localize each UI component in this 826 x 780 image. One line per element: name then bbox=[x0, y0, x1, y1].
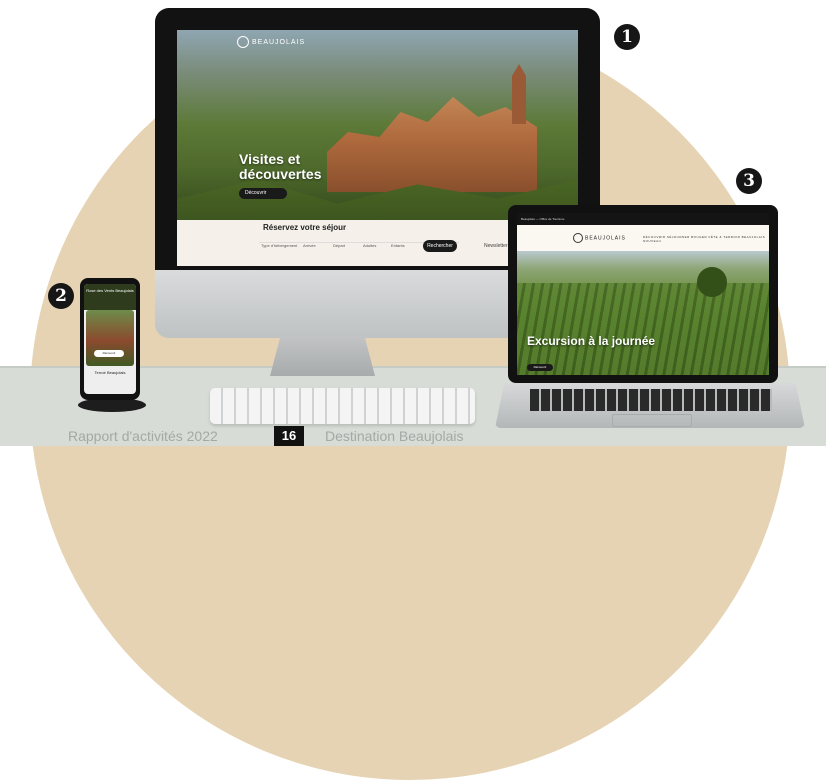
imac-stand bbox=[270, 336, 375, 376]
badge-2: 2 bbox=[48, 283, 74, 309]
page-number: 16 bbox=[274, 426, 304, 446]
laptop-screen: Beaujolais — Office de Tourisme BEAUJOLA… bbox=[517, 213, 769, 375]
laptop-keyboard bbox=[530, 389, 772, 411]
discover-button[interactable]: Découvrir bbox=[239, 188, 287, 199]
newsletter-label[interactable]: Newsletter bbox=[484, 243, 508, 249]
site-logo[interactable]: BEAUJOLAIS bbox=[237, 36, 305, 48]
logo-text: BEAUJOLAIS bbox=[252, 38, 306, 46]
phone-header: Rose des Vents Beaujolais bbox=[84, 284, 136, 310]
keyboard bbox=[210, 388, 475, 424]
hero-title: Visites et découvertes bbox=[239, 151, 322, 182]
church-tower-image bbox=[512, 64, 526, 124]
badge-1: 1 bbox=[614, 24, 640, 50]
laptop-discover-button[interactable]: Découvrir bbox=[527, 364, 553, 371]
footer: Rapport d'activités 2022 16 Destination … bbox=[0, 426, 826, 446]
phone-screen: Rose des Vents Beaujolais Découvrir Terr… bbox=[84, 284, 136, 394]
phone-hero-image bbox=[86, 310, 134, 366]
booking-field-arrival[interactable]: Arrivée bbox=[303, 243, 316, 248]
vine-rows-image bbox=[517, 283, 769, 375]
laptop: Beaujolais — Office de Tourisme BEAUJOLA… bbox=[508, 205, 778, 383]
phone-discover-button[interactable]: Découvrir bbox=[94, 350, 124, 357]
phone-caption: Terroir Beaujolais bbox=[94, 370, 126, 375]
footer-destination: Destination Beaujolais bbox=[325, 428, 464, 444]
laptop-menu[interactable]: DÉCOUVRIR SÉJOURNER BOUGER FÊTE & TERROI… bbox=[643, 235, 769, 243]
booking-field-type[interactable]: Type d'hébergement bbox=[261, 243, 297, 248]
badge-3: 3 bbox=[736, 168, 762, 194]
phone-stand bbox=[78, 398, 146, 412]
laptop-logo[interactable]: BEAUJOLAIS bbox=[573, 233, 626, 243]
booking-field-departure[interactable]: Départ bbox=[333, 243, 345, 248]
logo-text: BEAUJOLAIS bbox=[585, 235, 626, 242]
booking-title: Réservez votre séjour bbox=[263, 223, 347, 232]
smartphone: Rose des Vents Beaujolais Découvrir Terr… bbox=[80, 278, 140, 400]
laptop-topbar: Beaujolais — Office de Tourisme bbox=[517, 213, 769, 225]
logo-icon bbox=[573, 233, 583, 243]
booking-field-adults[interactable]: Adultes bbox=[363, 243, 376, 248]
search-button[interactable]: Rechercher bbox=[423, 240, 457, 252]
booking-field-children[interactable]: Enfants bbox=[391, 243, 405, 248]
logo-icon bbox=[237, 36, 249, 48]
laptop-hero-title: Excursion à la journée bbox=[527, 334, 656, 348]
tree-image bbox=[697, 267, 727, 297]
footer-report-title: Rapport d'activités 2022 bbox=[68, 428, 218, 444]
